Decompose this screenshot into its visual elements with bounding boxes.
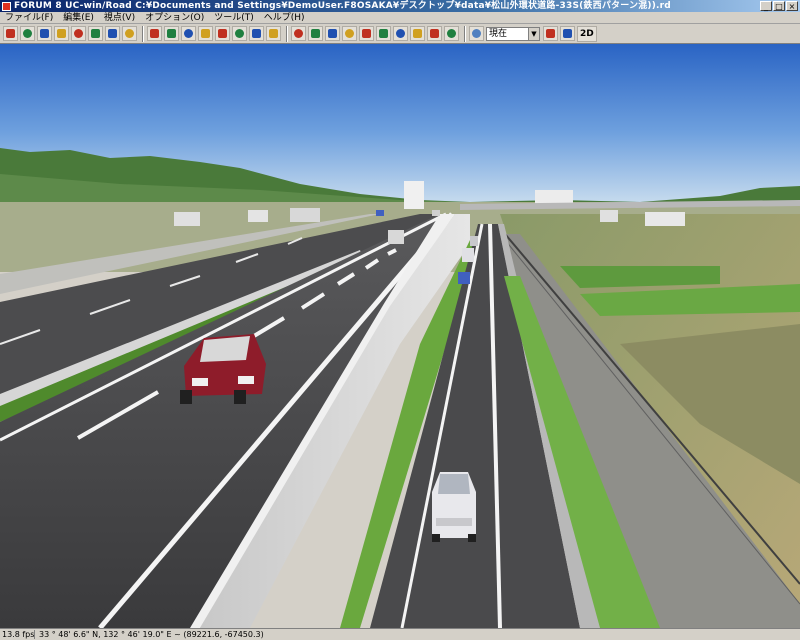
menu-edit[interactable]: 編集(E) xyxy=(58,12,99,24)
scene-icon-glyph xyxy=(150,29,159,38)
scene-icon[interactable] xyxy=(147,26,162,41)
stop-icon-glyph xyxy=(413,29,422,38)
toolbar-group-navigate xyxy=(291,26,461,41)
building xyxy=(248,210,268,222)
paint-icon[interactable] xyxy=(215,26,230,41)
rotate-icon[interactable] xyxy=(198,26,213,41)
time-select[interactable]: 現在 ▼ xyxy=(486,26,540,41)
toolbar-separator xyxy=(286,25,288,42)
move-icon[interactable] xyxy=(325,26,340,41)
cursor-icon-glyph xyxy=(167,29,176,38)
drive-icon[interactable] xyxy=(376,26,391,41)
view-2d-button[interactable]: 2D xyxy=(577,25,597,42)
building xyxy=(645,212,685,226)
status-bar: 13.8 fps 33 ° 48' 6.6" N, 132 ° 46' 19.0… xyxy=(0,628,800,640)
time-select-value: 現在 xyxy=(489,28,508,39)
menu-view[interactable]: 視点(V) xyxy=(99,12,140,24)
tree-icon[interactable] xyxy=(88,26,103,41)
book-icon[interactable] xyxy=(122,26,137,41)
cursor-icon[interactable] xyxy=(164,26,179,41)
building xyxy=(174,212,200,226)
paint-icon-glyph xyxy=(218,29,227,38)
zoom-icon[interactable] xyxy=(342,26,357,41)
clock-icon[interactable] xyxy=(469,26,484,41)
road-icon[interactable] xyxy=(54,26,69,41)
map-icon-glyph xyxy=(40,29,49,38)
grid-icon-glyph xyxy=(23,29,32,38)
flag-icon[interactable] xyxy=(560,26,575,41)
menu-file[interactable]: ファイル(F) xyxy=(0,12,58,24)
flag-icon[interactable] xyxy=(181,26,196,41)
globe-icon-glyph xyxy=(252,29,261,38)
toolbar-group-scene xyxy=(147,26,283,41)
list-icon-glyph xyxy=(108,29,117,38)
grid-icon[interactable] xyxy=(20,26,35,41)
pen-icon-glyph xyxy=(6,29,15,38)
recycle-icon[interactable] xyxy=(232,26,247,41)
heart-icon-glyph xyxy=(269,29,278,38)
pause-icon[interactable] xyxy=(393,26,408,41)
car-icon-glyph xyxy=(430,29,439,38)
3d-viewport[interactable] xyxy=(0,44,800,628)
minimize-button[interactable]: _ xyxy=(760,1,772,11)
menu-tools[interactable]: ツール(T) xyxy=(209,12,259,24)
menu-help[interactable]: ヘルプ(H) xyxy=(259,12,310,24)
circle-icon[interactable] xyxy=(359,26,374,41)
coordinate-readout: 33 ° 48' 6.6" N, 132 ° 46' 19.0" E ~ (89… xyxy=(39,630,264,639)
toolbar-separator xyxy=(464,25,466,42)
building xyxy=(535,190,573,204)
chevron-down-icon: ▼ xyxy=(528,27,539,40)
white-car xyxy=(432,472,476,542)
shield-icon[interactable] xyxy=(543,26,558,41)
rotate-icon-glyph xyxy=(201,29,210,38)
toolbar: 現在 ▼ 2D xyxy=(0,24,800,44)
heart-icon[interactable] xyxy=(266,26,281,41)
car-icon[interactable] xyxy=(427,26,442,41)
toolbar-separator xyxy=(142,25,144,42)
recycle-icon-glyph xyxy=(235,29,244,38)
drive-icon-glyph xyxy=(379,29,388,38)
person-icon-glyph xyxy=(74,29,83,38)
target-icon-glyph xyxy=(294,29,303,38)
pen-icon[interactable] xyxy=(3,26,18,41)
menu-bar: ファイル(F) 編集(E) 視点(V) オプション(O) ツール(T) ヘルプ(… xyxy=(0,12,800,24)
book-icon-glyph xyxy=(125,29,134,38)
stop-icon[interactable] xyxy=(410,26,425,41)
tree-icon-glyph xyxy=(91,29,100,38)
zoom-icon-glyph xyxy=(345,29,354,38)
camera-icon-glyph xyxy=(447,29,456,38)
circle-icon-glyph xyxy=(362,29,371,38)
building xyxy=(404,181,424,209)
close-button[interactable]: × xyxy=(786,1,798,11)
window-title: FORUM 8 UC-win/Road C:¥Documents and Set… xyxy=(14,1,671,11)
map-icon[interactable] xyxy=(37,26,52,41)
fps-readout: 13.8 fps xyxy=(2,630,35,639)
move-icon-glyph xyxy=(328,29,337,38)
globe-icon[interactable] xyxy=(249,26,264,41)
road-scene[interactable] xyxy=(0,44,800,628)
walk-icon-glyph xyxy=(311,29,320,38)
building xyxy=(290,208,320,222)
toolbar-group-edit xyxy=(3,26,139,41)
person-icon[interactable] xyxy=(71,26,86,41)
target-icon[interactable] xyxy=(291,26,306,41)
flag-icon-glyph xyxy=(184,29,193,38)
road-icon-glyph xyxy=(57,29,66,38)
menu-options[interactable]: オプション(O) xyxy=(140,12,209,24)
title-bar: FORUM 8 UC-win/Road C:¥Documents and Set… xyxy=(0,0,800,12)
building xyxy=(600,210,618,222)
list-icon[interactable] xyxy=(105,26,120,41)
pause-icon-glyph xyxy=(396,29,405,38)
app-icon xyxy=(2,1,11,11)
walk-icon[interactable] xyxy=(308,26,323,41)
maximize-button[interactable]: □ xyxy=(773,1,785,11)
camera-icon[interactable] xyxy=(444,26,459,41)
